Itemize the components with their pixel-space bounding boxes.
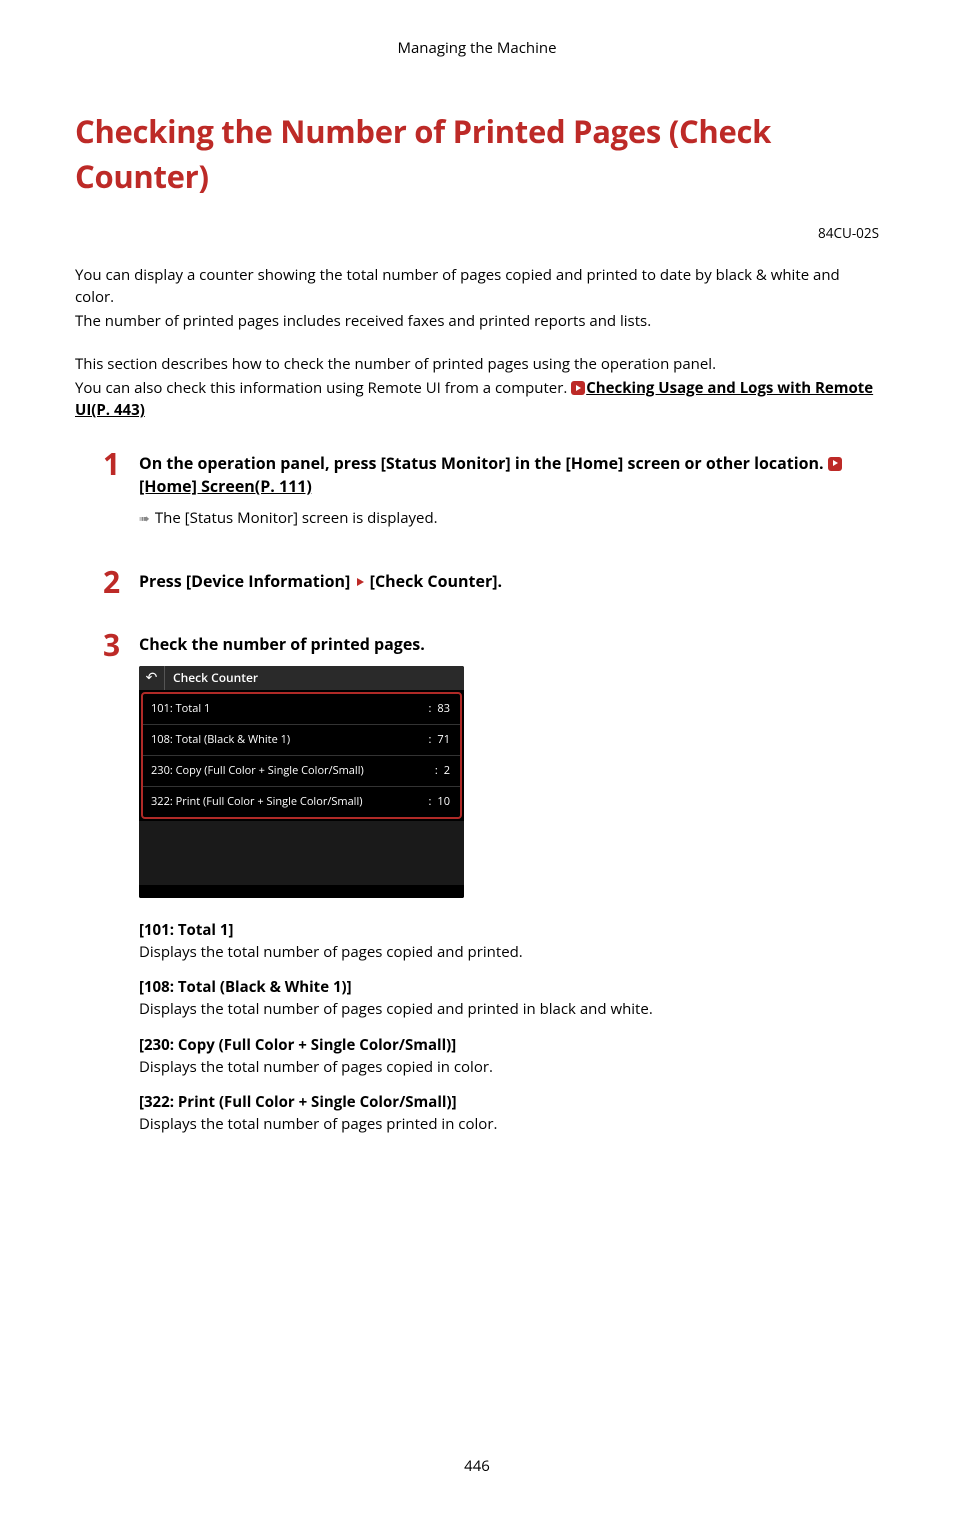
step-heading: On the operation panel, press [Status Mo… (139, 452, 879, 498)
nav-arrow-icon (357, 578, 364, 586)
counter-row[interactable]: 322: Print (Full Color + Single Color/Sm… (143, 787, 460, 817)
counter-row[interactable]: 101: Total 1 :83 (143, 694, 460, 725)
counter-label: 230: Copy (Full Color + Single Color/Sma… (151, 763, 364, 779)
def-term: [101: Total 1] (139, 920, 879, 942)
home-screen-link[interactable]: [Home] Screen(P. 111) (139, 475, 312, 497)
device-empty-area (139, 821, 464, 885)
step-number: 3 (103, 623, 120, 667)
step-number: 1 (103, 442, 120, 486)
play-link-icon (571, 381, 585, 395)
counter-value: :2 (435, 763, 450, 779)
def-desc: Displays the total number of pages print… (139, 1114, 879, 1136)
def-desc: Displays the total number of pages copie… (139, 1057, 879, 1079)
step-note-text: The [Status Monitor] screen is displayed… (155, 508, 438, 528)
counter-label: 322: Print (Full Color + Single Color/Sm… (151, 794, 362, 810)
counter-row[interactable]: 230: Copy (Full Color + Single Color/Sma… (143, 756, 460, 787)
intro-line: The number of printed pages includes rec… (75, 311, 879, 333)
step-heading: Check the number of printed pages. (139, 633, 879, 656)
counter-label: 108: Total (Black & White 1) (151, 732, 290, 748)
intro-paragraph-2: This section describes how to check the … (75, 354, 879, 421)
counter-list: 101: Total 1 :83 108: Total (Black & Whi… (141, 692, 462, 819)
page-title: Checking the Number of Printed Pages (Ch… (75, 110, 879, 200)
def-term: [108: Total (Black & White 1)] (139, 977, 879, 999)
back-arrow-icon: ↶ (146, 668, 158, 688)
step-number: 2 (103, 560, 120, 604)
counter-row[interactable]: 108: Total (Black & White 1) :71 (143, 725, 460, 756)
intro-line-with-link: You can also check this information usin… (75, 378, 879, 422)
result-arrow-icon: ➠ (139, 509, 149, 528)
device-screenshot: ↶ Check Counter 101: Total 1 :83 108: To… (139, 666, 464, 898)
device-titlebar: ↶ Check Counter (139, 666, 464, 690)
counter-value: :10 (429, 794, 450, 810)
step-heading-text-b: [Check Counter]. (366, 570, 503, 592)
device-bottom-bar (139, 885, 464, 898)
device-title: Check Counter (165, 669, 258, 686)
back-button[interactable]: ↶ (139, 666, 165, 690)
step-heading-text: On the operation panel, press [Status Mo… (139, 452, 828, 474)
step-note: ➠ The [Status Monitor] screen is displaye… (139, 508, 879, 530)
def-desc: Displays the total number of pages copie… (139, 999, 879, 1021)
intro-line: You can display a counter showing the to… (75, 265, 879, 309)
section-header: Managing the Machine (75, 38, 879, 60)
intro-paragraph-1: You can display a counter showing the to… (75, 265, 879, 332)
page-number: 446 (75, 1456, 879, 1478)
intro-text: You can also check this information usin… (75, 378, 571, 398)
step-1: 1 On the operation panel, press [Status … (75, 452, 879, 530)
counter-definitions: [101: Total 1] Displays the total number… (139, 920, 879, 1136)
step-3: 3 Check the number of printed pages. ↶ C… (75, 633, 879, 1136)
intro-line: This section describes how to check the … (75, 354, 879, 376)
counter-value: :71 (429, 732, 450, 748)
step-2: 2 Press [Device Information] [Check Coun… (75, 570, 879, 593)
counter-label: 101: Total 1 (151, 701, 210, 717)
counter-value: :83 (429, 701, 450, 717)
step-heading: Press [Device Information] [Check Counte… (139, 570, 879, 593)
play-link-icon (828, 457, 842, 471)
doc-code: 84CU-02S (75, 224, 879, 244)
step-heading-text-a: Press [Device Information] (139, 570, 355, 592)
def-term: [230: Copy (Full Color + Single Color/Sm… (139, 1035, 879, 1057)
def-desc: Displays the total number of pages copie… (139, 942, 879, 964)
def-term: [322: Print (Full Color + Single Color/S… (139, 1092, 879, 1114)
